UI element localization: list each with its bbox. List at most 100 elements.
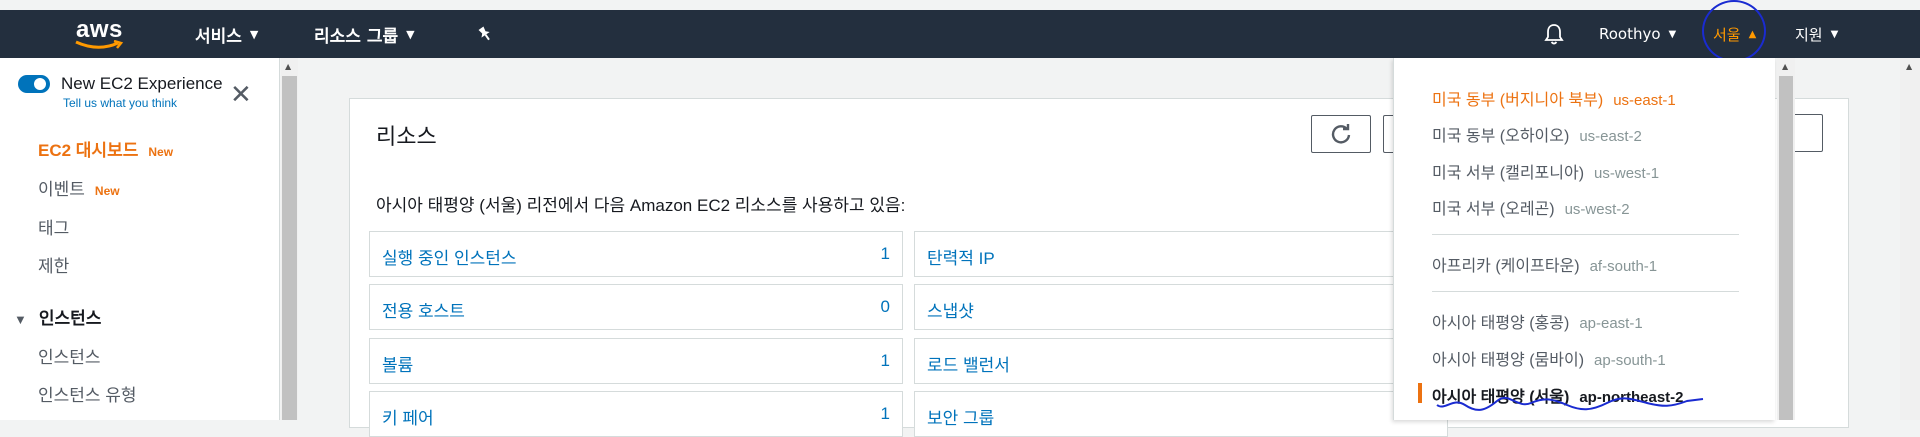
- aws-smile-icon: [75, 40, 124, 49]
- sidebar-item-label: EC2 대시보드: [38, 141, 139, 160]
- feedback-link[interactable]: Tell us what you think: [63, 96, 177, 110]
- region-name: 아시아 태평양 (홍콩): [1432, 315, 1570, 332]
- resource-snapshots[interactable]: 스냅샷: [914, 284, 1448, 330]
- refresh-icon: [1331, 124, 1351, 144]
- resource-security-groups[interactable]: 보안 그룹: [914, 391, 1448, 437]
- sidebar-item-tags[interactable]: 태그: [38, 214, 69, 239]
- region-code: us-east-1: [1613, 92, 1676, 109]
- region-code: ap-east-1: [1579, 315, 1643, 332]
- chevron-down-icon: ▼: [406, 27, 415, 41]
- support-menu[interactable]: 지원 ▼: [1795, 10, 1838, 58]
- sidebar-item-limits[interactable]: 제한: [38, 252, 69, 277]
- resource-elastic-ips[interactable]: 탄력적 IP: [914, 231, 1448, 277]
- pin-button[interactable]: [476, 10, 494, 58]
- new-badge: New: [148, 145, 174, 159]
- support-label: 지원: [1795, 25, 1823, 44]
- panel-title: 리소스: [376, 124, 437, 149]
- sidebar-item-events[interactable]: 이벤트 New: [38, 175, 120, 200]
- resource-dedicated-hosts[interactable]: 전용 호스트 0: [369, 284, 903, 330]
- sidebar-item-label: 제한: [38, 257, 70, 276]
- resource-label: 로드 밸런서: [927, 356, 1010, 375]
- resource-label: 전용 호스트: [382, 302, 465, 321]
- panel-description: 아시아 태평양 (서울) 리전에서 다음 Amazon EC2 리소스를 사용하…: [376, 196, 906, 215]
- region-dropdown: 미국 동부 (버지니아 북부) us-east-1 미국 동부 (오하이오) us-…: [1393, 58, 1775, 420]
- region-code: ap-south-1: [1594, 352, 1666, 369]
- region-option-us-west-1[interactable]: 미국 서부 (캘리포니아) us-west-1: [1432, 159, 1659, 183]
- resource-label: 키 페어: [382, 409, 434, 428]
- close-icon[interactable]: ✕: [230, 82, 252, 108]
- resource-volumes[interactable]: 볼륨 1: [369, 338, 903, 384]
- region-option-us-east-2[interactable]: 미국 동부 (오하이오) us-east-2: [1432, 122, 1642, 146]
- resource-groups-menu[interactable]: 리소스 그룹 ▼: [314, 10, 415, 58]
- sidebar-item-label: 이벤트: [38, 180, 85, 199]
- sidebar-scrollbar[interactable]: ▲: [281, 58, 298, 420]
- resource-count: 1: [880, 404, 890, 423]
- account-username: Roothyo: [1599, 25, 1661, 43]
- account-menu[interactable]: Roothyo ▼: [1599, 10, 1676, 58]
- region-name: 미국 동부 (오하이오): [1432, 128, 1570, 145]
- notifications-button[interactable]: [1544, 10, 1564, 58]
- sidebar: New EC2 Experience Tell us what you thin…: [0, 58, 280, 420]
- resource-label: 탄력적 IP: [927, 249, 995, 268]
- new-experience-toggle[interactable]: [18, 75, 50, 93]
- new-badge: New: [94, 184, 120, 198]
- resource-count: 1: [880, 244, 890, 263]
- page-scrollbar[interactable]: ▲: [1900, 58, 1920, 420]
- region-name: 미국 서부 (오레곤): [1432, 201, 1555, 218]
- sidebar-item-instance-types[interactable]: 인스턴스 유형: [38, 381, 137, 406]
- current-region-indicator: [1418, 383, 1422, 403]
- region-option-ap-south-1[interactable]: 아시아 태평양 (뭄바이) ap-south-1: [1432, 346, 1666, 370]
- sidebar-section-label: 인스턴스: [38, 309, 102, 328]
- annotation-underline: [1436, 396, 1704, 411]
- region-name: 아프리카 (케이프타운): [1432, 258, 1580, 275]
- region-option-af-south-1[interactable]: 아프리카 (케이프타운) af-south-1: [1432, 252, 1657, 276]
- sidebar-item-label: 태그: [38, 219, 70, 238]
- region-label: 서울: [1713, 25, 1741, 44]
- bell-icon: [1544, 24, 1564, 45]
- chevron-down-icon: ▼: [1830, 28, 1839, 40]
- scrollbar-thumb[interactable]: [282, 76, 297, 420]
- sidebar-section-instances[interactable]: ▼ 인스턴스: [14, 304, 101, 329]
- menu-divider: [1432, 291, 1739, 292]
- region-option-us-west-2[interactable]: 미국 서부 (오레곤) us-west-2: [1432, 195, 1630, 219]
- top-navigation-bar: aws 서비스 ▼ 리소스 그룹 ▼ Roothyo ▼ 서울 ▲ 지원 ▼: [0, 10, 1920, 58]
- resource-label: 볼륨: [382, 356, 414, 375]
- resource-key-pairs[interactable]: 키 페어 1: [369, 391, 903, 437]
- resource-running-instances[interactable]: 실행 중인 인스턴스 1: [369, 231, 903, 277]
- resource-label: 보안 그룹: [927, 409, 995, 428]
- region-option-ap-east-1[interactable]: 아시아 태평양 (홍콩) ap-east-1: [1432, 309, 1643, 333]
- region-option-us-east-1[interactable]: 미국 동부 (버지니아 북부) us-east-1: [1432, 86, 1676, 110]
- scroll-up-icon[interactable]: ▲: [285, 62, 291, 71]
- services-menu[interactable]: 서비스 ▼: [195, 10, 258, 58]
- services-label: 서비스: [195, 26, 242, 47]
- region-menu[interactable]: 서울 ▲: [1713, 10, 1756, 58]
- resource-label: 스냅샷: [927, 302, 974, 321]
- region-name: 아시아 태평양 (뭄바이): [1432, 352, 1585, 369]
- resource-groups-label: 리소스 그룹: [314, 26, 399, 47]
- resource-count: 1: [880, 351, 890, 370]
- sidebar-item-label: 인스턴스 유형: [38, 386, 137, 405]
- resource-count: 0: [880, 297, 890, 316]
- scroll-up-icon[interactable]: ▲: [1906, 62, 1912, 71]
- region-code: us-east-2: [1579, 128, 1642, 145]
- resource-load-balancers[interactable]: 로드 밸런서: [914, 338, 1448, 384]
- dropdown-scrollbar[interactable]: ▲: [1777, 58, 1795, 420]
- sidebar-item-instances[interactable]: 인스턴스: [38, 343, 101, 368]
- resource-label: 실행 중인 인스턴스: [382, 249, 517, 268]
- sidebar-item-label: 인스턴스: [38, 348, 101, 367]
- aws-logo[interactable]: aws: [72, 16, 132, 50]
- pin-icon: [478, 26, 490, 41]
- scrollbar-thumb[interactable]: [1779, 76, 1793, 420]
- top-strip: [0, 0, 1920, 10]
- sidebar-item-dashboard[interactable]: EC2 대시보드 New: [38, 136, 173, 161]
- chevron-down-icon: ▼: [1668, 28, 1677, 40]
- scroll-up-icon[interactable]: ▲: [1782, 62, 1788, 71]
- new-experience-title: New EC2 Experience: [61, 74, 223, 93]
- region-name: 미국 동부 (버지니아 북부): [1432, 92, 1604, 109]
- caret-down-icon: ▼: [14, 312, 27, 327]
- region-code: us-west-2: [1564, 201, 1630, 218]
- refresh-button[interactable]: [1311, 115, 1371, 153]
- region-code: us-west-1: [1594, 165, 1660, 182]
- chevron-up-icon: ▲: [1748, 28, 1757, 40]
- menu-divider: [1432, 234, 1739, 235]
